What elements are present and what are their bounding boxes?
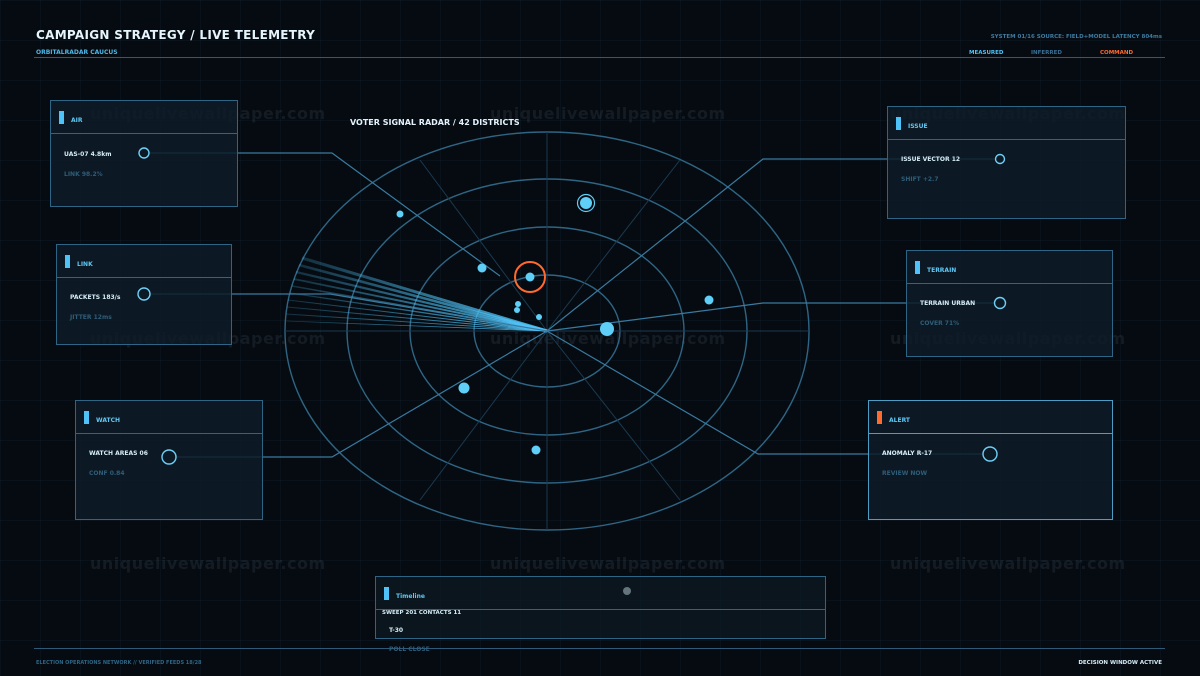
- radar-title: VOTER SIGNAL RADAR / 42 DISTRICTS: [350, 118, 520, 127]
- panel-indicator: [84, 411, 89, 424]
- panel-terrain[interactable]: TERRAIN TERRAIN URBAN COVER 71%: [906, 250, 1113, 357]
- panel-title: ALERT: [889, 417, 911, 424]
- panel-sub: COVER 71%: [920, 320, 960, 327]
- panel-value: TERRAIN URBAN: [920, 300, 976, 307]
- radar-contact: [531, 445, 541, 455]
- radar-contact-large: [580, 197, 592, 209]
- panel-indicator: [59, 111, 64, 124]
- panel-indicator: [915, 261, 920, 274]
- panel-sub: REVIEW NOW: [882, 470, 928, 477]
- radar-contact: [514, 307, 520, 313]
- panel-value: ANOMALY R-17: [882, 450, 933, 457]
- panel-sub: LINK 98.2%: [64, 171, 103, 178]
- panel-title: WATCH: [96, 417, 121, 424]
- panel-title: Timeline: [396, 593, 425, 600]
- timeline-marker-label: T-30: [389, 627, 404, 634]
- panel-indicator: [384, 587, 389, 600]
- panel-sub: CONF 0.84: [89, 470, 125, 477]
- panel-value: PACKETS 183/s: [70, 294, 121, 301]
- panel-issue[interactable]: ISSUE ISSUE VECTOR 12 SHIFT +2.7: [887, 106, 1126, 219]
- alert-indicator: [877, 411, 882, 424]
- footer-status: DECISION WINDOW ACTIVE: [1078, 660, 1162, 666]
- radar-contact: [515, 301, 521, 307]
- panel-watch[interactable]: WATCH WATCH AREAS 06 CONF 0.84: [75, 400, 263, 520]
- panel-sub: SHIFT +2.7: [901, 176, 939, 183]
- panel-title: ISSUE: [908, 123, 928, 130]
- panel-value: ISSUE VECTOR 12: [901, 156, 961, 163]
- radar-contact: [525, 272, 535, 282]
- radar-contact: [458, 382, 470, 394]
- panel-title: AIR: [71, 117, 83, 124]
- panel-air[interactable]: AIR UAS-07 4.8km LINK 98.2%: [50, 100, 238, 207]
- timeline-stats: SWEEP 201 CONTACTS 11: [382, 610, 462, 616]
- panel-timeline[interactable]: Timeline SWEEP 201 CONTACTS 11 T-30: [375, 576, 826, 639]
- panel-alert[interactable]: ALERT ANOMALY R-17 REVIEW NOW: [868, 400, 1113, 520]
- panel-value: UAS-07 4.8km: [64, 151, 112, 158]
- radar-contact: [704, 295, 714, 305]
- radar-contact: [477, 263, 487, 273]
- panel-sub: JITTER 12ms: [70, 314, 112, 321]
- panel-header: [376, 577, 825, 610]
- panel-title: LINK: [77, 261, 93, 268]
- timeline-sub: POLL CLOSE: [389, 646, 430, 653]
- panel-title: TERRAIN: [927, 267, 957, 274]
- panel-indicator: [896, 117, 901, 130]
- radar-contact: [536, 314, 542, 320]
- panel-link[interactable]: LINK PACKETS 183/s JITTER 12ms: [56, 244, 232, 345]
- radar-contact: [396, 210, 404, 218]
- panel-indicator: [65, 255, 70, 268]
- panel-value: WATCH AREAS 06: [89, 450, 148, 457]
- radar-contact-large: [600, 322, 614, 336]
- footer-network: ELECTION OPERATIONS NETWORK // VERIFIED …: [36, 660, 202, 666]
